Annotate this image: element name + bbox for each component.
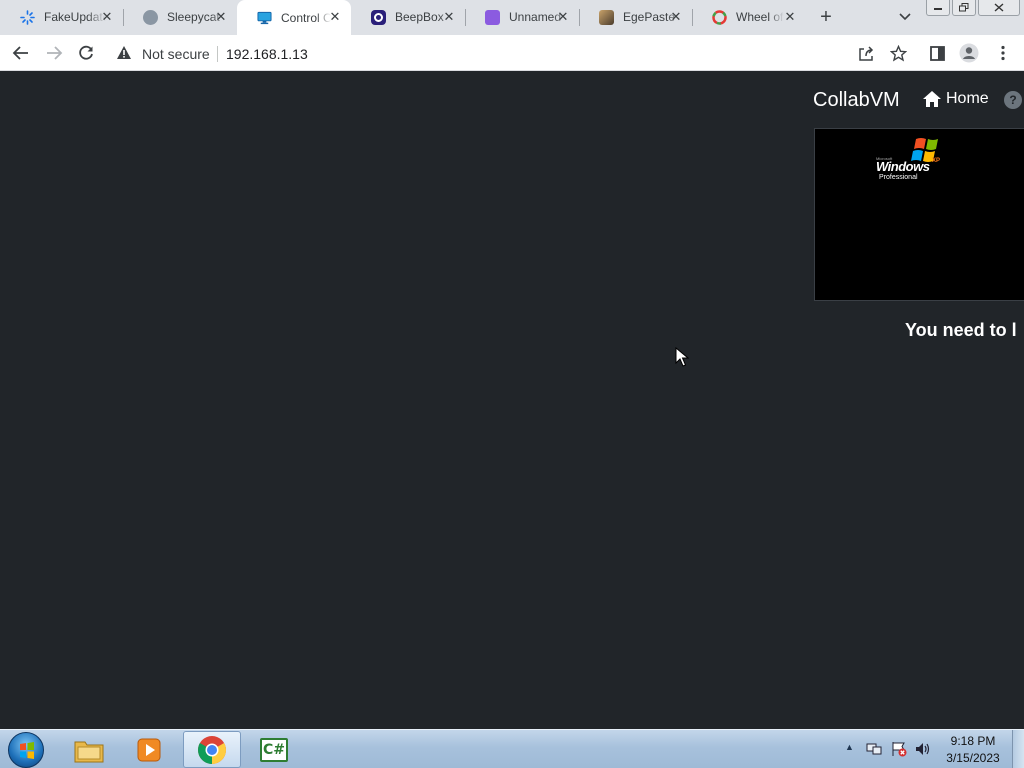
security-label[interactable]: Not secure xyxy=(142,46,210,62)
help-icon[interactable]: ? xyxy=(1004,91,1022,109)
tab-unnamed[interactable]: Unnamed ✕ xyxy=(465,0,580,34)
reload-icon[interactable] xyxy=(75,42,97,64)
address-bar[interactable]: Not secure 192.168.1.13 xyxy=(106,39,842,67)
xp-mark: XP xyxy=(932,158,941,164)
clock-date[interactable]: 3/15/2023 xyxy=(940,751,1006,765)
close-tab-icon[interactable]: ✕ xyxy=(782,9,798,25)
tab-wheel-of-names[interactable]: Wheel of Names ✕ xyxy=(692,0,806,34)
taskbar-media-player[interactable] xyxy=(120,731,178,768)
close-tab-icon[interactable]: ✕ xyxy=(213,9,229,25)
close-window-icon[interactable] xyxy=(978,0,1020,16)
wheel-icon xyxy=(712,9,727,25)
tab-title: FakeUpdates xyxy=(44,10,106,24)
login-required-message: You need to l xyxy=(905,320,1017,340)
close-tab-icon[interactable]: ✕ xyxy=(555,9,571,25)
tab-fakeupdates[interactable]: FakeUpdates ✕ xyxy=(0,0,124,34)
window-controls xyxy=(926,0,1022,16)
close-tab-icon[interactable]: ✕ xyxy=(668,9,684,25)
tab-title: Wheel of Names xyxy=(736,10,784,24)
page-content: CollabVM Home ? Microsoft Windows XP Pro… xyxy=(0,71,1024,729)
menu-icon[interactable] xyxy=(992,42,1014,64)
windows-wordmark: Windows xyxy=(876,159,930,174)
windows-taskbar: C# ▲ 9:18 PM 3/15/2023 xyxy=(0,729,1024,768)
url-text[interactable]: 192.168.1.13 xyxy=(226,46,308,62)
network-icon[interactable] xyxy=(866,741,882,757)
close-tab-icon[interactable]: ✕ xyxy=(327,9,343,25)
tab-egepaste[interactable]: EgePaste ✕ xyxy=(579,0,693,34)
painting-icon xyxy=(599,9,614,25)
show-hidden-icons-button[interactable]: ▲ xyxy=(845,742,854,752)
volume-icon[interactable] xyxy=(914,741,930,757)
taskbar-explorer[interactable] xyxy=(60,731,118,768)
taskbar-chrome[interactable] xyxy=(183,731,241,768)
csharp-icon: C# xyxy=(260,737,288,762)
chrome-icon xyxy=(198,735,226,764)
divider xyxy=(217,46,218,62)
home-icon xyxy=(923,91,941,107)
windows-logo-icon xyxy=(20,742,34,759)
clock-time[interactable]: 9:18 PM xyxy=(940,734,1006,748)
tab-beepbox[interactable]: BeepBox ✕ xyxy=(351,0,466,34)
spinner-icon xyxy=(20,9,35,25)
cube-icon xyxy=(485,9,500,25)
share-icon[interactable] xyxy=(855,42,877,64)
close-tab-icon[interactable]: ✕ xyxy=(99,9,115,25)
forward-icon[interactable] xyxy=(43,42,65,64)
tab-title: Control Center xyxy=(281,10,331,25)
minimize-icon[interactable] xyxy=(926,0,950,16)
profile-icon[interactable] xyxy=(958,42,980,64)
edition-label: Professional xyxy=(879,174,918,181)
mouse-cursor-icon xyxy=(675,347,689,367)
back-icon[interactable] xyxy=(10,42,32,64)
cat-icon xyxy=(143,9,158,25)
monitor-icon xyxy=(257,10,272,25)
tab-sleepycat[interactable]: Sleepycat ✕ xyxy=(123,0,237,34)
side-panel-icon[interactable] xyxy=(926,42,948,64)
action-center-icon[interactable] xyxy=(891,741,907,757)
tab-control-center[interactable]: Control Center ✕ xyxy=(237,0,351,35)
brand-link[interactable]: CollabVM xyxy=(813,89,900,112)
beepbox-icon xyxy=(371,9,386,25)
media-player-icon xyxy=(137,738,161,761)
explorer-icon xyxy=(74,741,104,762)
restore-icon[interactable] xyxy=(952,0,976,16)
star-icon[interactable] xyxy=(887,42,909,64)
warning-icon[interactable] xyxy=(116,45,132,65)
start-button[interactable] xyxy=(8,732,44,768)
browser-toolbar: Not secure 192.168.1.13 xyxy=(0,35,1024,71)
new-tab-button[interactable]: + xyxy=(815,6,837,28)
taskbar-csharp-app[interactable]: C# xyxy=(245,731,303,768)
browser-tab-strip: FakeUpdates ✕ Sleepycat ✕ Control Center… xyxy=(0,0,1024,35)
show-desktop-button[interactable] xyxy=(1012,730,1024,768)
nav-home-label: Home xyxy=(946,90,989,107)
vm-screen-thumbnail[interactable]: Microsoft Windows XP Professional xyxy=(814,128,1024,301)
nav-home[interactable]: Home xyxy=(922,90,989,108)
chevron-down-icon[interactable] xyxy=(896,8,914,26)
close-tab-icon[interactable]: ✕ xyxy=(441,9,457,25)
